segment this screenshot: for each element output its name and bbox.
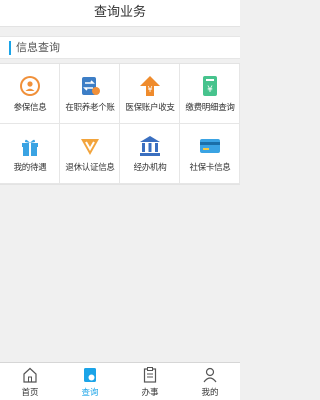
- grid-item-label: 经办机构: [133, 163, 167, 173]
- gift-icon: [22, 139, 38, 156]
- tab-services[interactable]: 办事: [120, 363, 180, 400]
- grid-item-label: 医保账户收支: [125, 103, 175, 113]
- bottom-tab-bar: 首页 查询 办事 我的: [0, 362, 240, 400]
- page-header: 查询业务: [0, 0, 240, 27]
- section-title: 信息查询: [16, 41, 60, 54]
- yuan-arrow-icon: ¥: [140, 76, 160, 96]
- svg-text:¥: ¥: [207, 85, 213, 95]
- grid-item-insurance-info[interactable]: 参保信息: [0, 64, 60, 124]
- grid-item-my-benefits[interactable]: 我的待遇: [0, 124, 60, 184]
- grid-item-label: 我的待遇: [13, 163, 47, 173]
- grid-item-pension-account[interactable]: 在职养老个账: [60, 64, 120, 124]
- grid-item-agencies[interactable]: 经办机构: [120, 124, 180, 184]
- card-icon: [200, 139, 220, 153]
- v-badge-icon: [81, 139, 99, 155]
- grid-item-medical-account[interactable]: ¥ 医保账户收支: [120, 64, 180, 124]
- grid-item-label: 在职养老个账: [65, 103, 115, 113]
- tab-home[interactable]: 首页: [0, 363, 60, 400]
- tab-query[interactable]: 查询: [60, 363, 120, 400]
- grid-item-payment-details[interactable]: ¥ 缴费明细查询: [180, 64, 240, 124]
- search-doc-icon: [84, 368, 96, 382]
- user-icon: [203, 367, 217, 383]
- tab-label: 查询: [81, 388, 99, 398]
- tab-label: 办事: [141, 388, 159, 398]
- tab-label: 首页: [21, 388, 39, 398]
- tab-mine[interactable]: 我的: [180, 363, 240, 400]
- grid-item-label: 缴费明细查询: [185, 103, 235, 113]
- person-icon: [20, 76, 40, 96]
- grid-item-card-info[interactable]: 社保卡信息: [180, 124, 240, 184]
- home-icon: [23, 367, 37, 383]
- grid-item-label: 退休认证信息: [65, 163, 115, 173]
- section-accent-bar: [9, 41, 11, 55]
- svg-text:¥: ¥: [147, 85, 152, 94]
- grid-item-retirement-cert[interactable]: 退休认证信息: [60, 124, 120, 184]
- clipboard-icon: [143, 367, 157, 383]
- grid-item-label: 参保信息: [13, 103, 47, 113]
- grid-item-label: 社保卡信息: [189, 163, 231, 173]
- institution-icon: [140, 136, 160, 156]
- receipt-icon: ¥: [203, 76, 217, 96]
- query-grid: 参保信息 在职养老个账 ¥ 医保账户收支 ¥ 缴费明细查询 我的待遇 退休认证信…: [0, 63, 240, 185]
- tab-label: 我的: [201, 388, 219, 398]
- transfer-icon: [82, 77, 100, 95]
- section-header: 信息查询: [0, 36, 240, 59]
- page-title: 查询业务: [93, 5, 146, 20]
